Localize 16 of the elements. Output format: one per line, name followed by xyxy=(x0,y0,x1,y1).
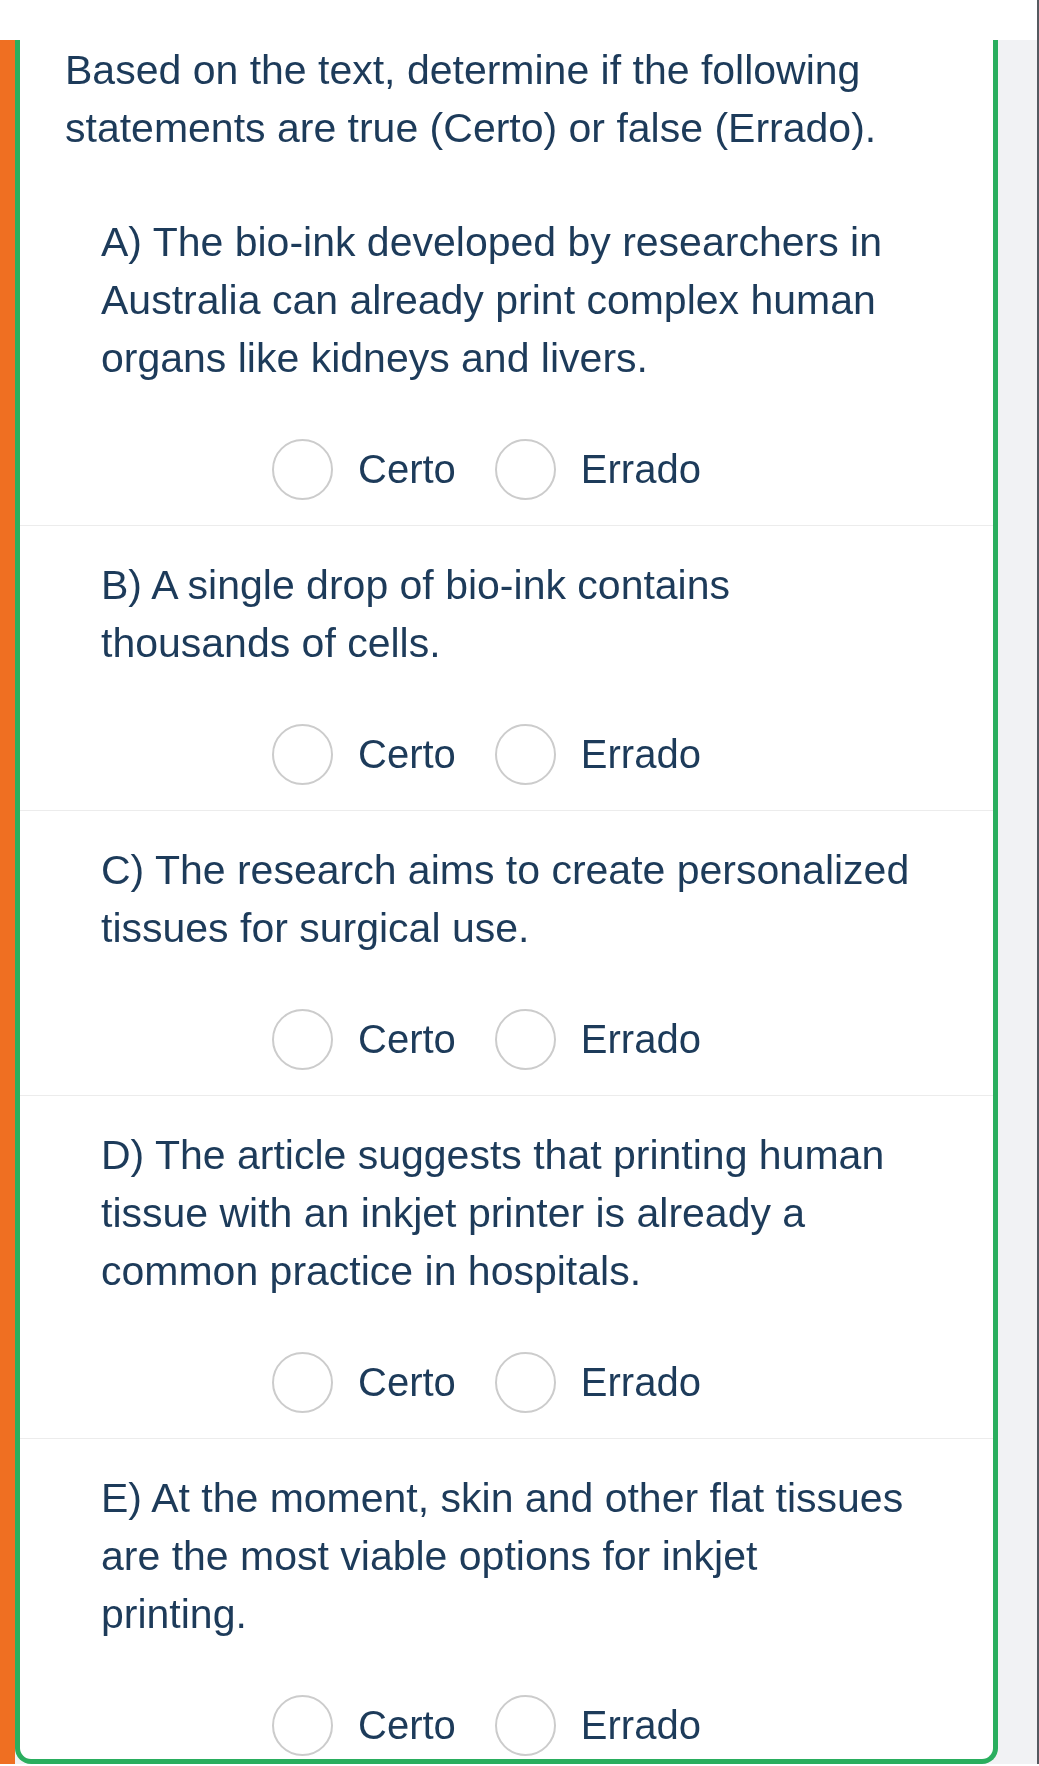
statement-text: A) The bio-ink developed by researchers in Australia can already print complex human organs like kidneys and livers. xyxy=(101,218,883,383)
instruction-text: Based on the text, determine if the following statements are true (Certo) or false (Errado). xyxy=(64,46,878,153)
radio-option[interactable]: Errado xyxy=(494,1352,701,1413)
radio-option[interactable]: Certo xyxy=(272,1695,456,1756)
radio-option[interactable]: Certo xyxy=(272,724,456,785)
radio-option[interactable]: Certo xyxy=(272,439,456,500)
statement-text: E) At the moment, skin and other flat tissues are the most viable options for inkjet printing. xyxy=(101,1474,905,1639)
radio-option[interactable]: Errado xyxy=(494,1009,701,1070)
statement-text: B) A single drop of bio-ink contains thousands of cells. xyxy=(101,561,732,668)
radio-option[interactable]: Errado xyxy=(494,724,701,785)
statement-text: C) The research aims to create personalized tissues for surgical use. xyxy=(101,846,911,953)
radio-option[interactable]: Errado xyxy=(494,1695,701,1756)
statement-text: D) The article suggests that printing human tissue with an inkjet printer is already a common practice in hospitals. xyxy=(101,1131,886,1296)
radio-option[interactable]: Errado xyxy=(494,439,701,500)
radio-option[interactable]: Certo xyxy=(272,1352,456,1413)
radio-option[interactable]: Certo xyxy=(272,1009,456,1070)
